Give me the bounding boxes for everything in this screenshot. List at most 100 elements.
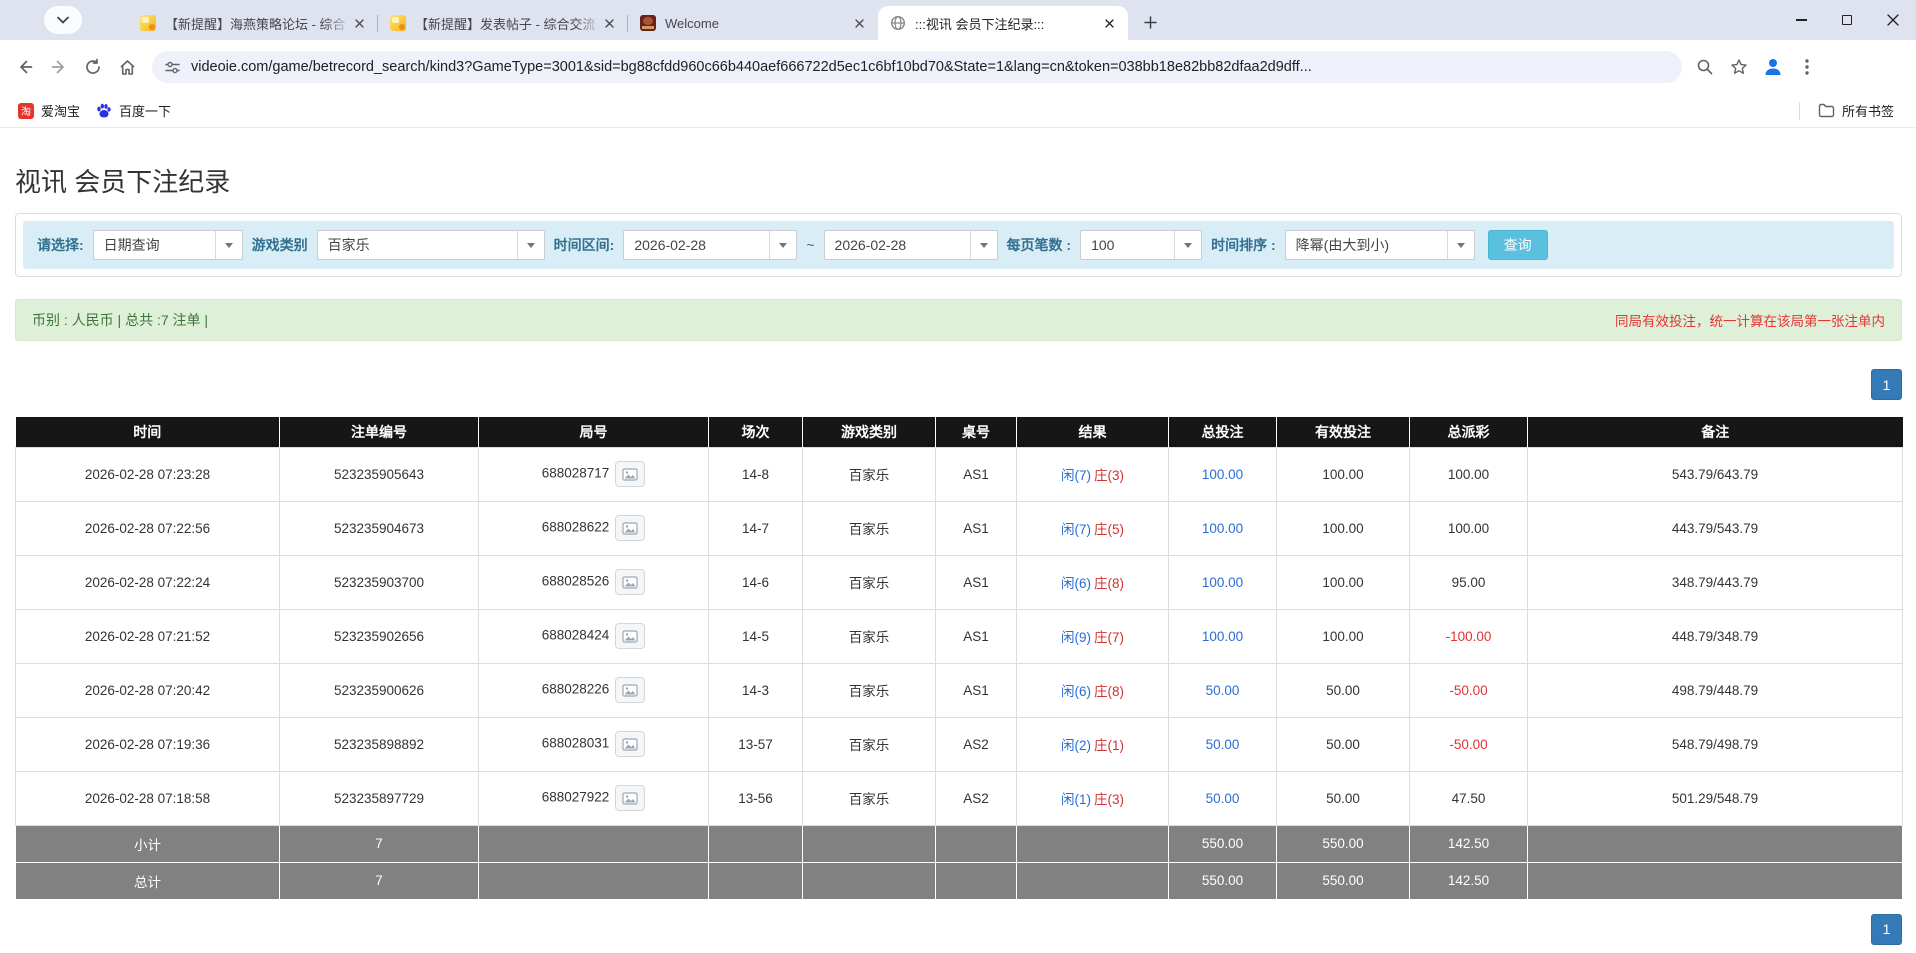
total-bet-cell: 100.00 xyxy=(1169,447,1277,501)
chevron-down-icon xyxy=(970,231,997,259)
pagination-bottom: 1 xyxy=(15,914,1902,945)
tab-forum-1[interactable]: 【新提醒】海燕策略论坛 - 综合 xyxy=(128,6,378,40)
total-bet-link[interactable]: 100.00 xyxy=(1202,629,1243,644)
round-image-button[interactable] xyxy=(615,731,645,757)
forward-button[interactable] xyxy=(42,50,76,84)
picture-icon xyxy=(622,468,638,481)
time-cell: 2026-02-28 07:22:56 xyxy=(16,501,280,555)
sort-label: 时间排序 : xyxy=(1211,235,1276,255)
game-cell: 百家乐 xyxy=(803,501,936,555)
plus-icon xyxy=(1144,16,1157,29)
picture-icon xyxy=(622,630,638,643)
game-cell: 百家乐 xyxy=(803,663,936,717)
valid-bet-cell: 100.00 xyxy=(1277,555,1410,609)
round-image-button[interactable] xyxy=(615,677,645,703)
home-button[interactable] xyxy=(110,50,144,84)
filter-panel: 请选择: 日期查询 游戏类别 百家乐 时间区间: 2026-02-28 ~ 20… xyxy=(15,213,1902,277)
query-type-select[interactable]: 日期查询 xyxy=(93,230,243,260)
date-from-select[interactable]: 2026-02-28 xyxy=(623,230,797,260)
window-controls xyxy=(1778,0,1916,40)
back-button[interactable] xyxy=(8,50,42,84)
bookmark-star-button[interactable] xyxy=(1722,50,1756,84)
maximize-button[interactable] xyxy=(1824,0,1870,40)
chevron-down-icon xyxy=(215,231,242,259)
tab-title: 【新提醒】海燕策略论坛 - 综合 xyxy=(165,14,351,33)
reload-button[interactable] xyxy=(76,50,110,84)
range-separator: ~ xyxy=(806,237,814,253)
tab-close-icon[interactable] xyxy=(601,15,618,32)
result-cell: 闲(9)庄(7) xyxy=(1017,609,1169,663)
column-header-time: 时间 xyxy=(16,417,280,447)
subtotal-label: 小计 xyxy=(16,825,280,862)
game-type-label: 游戏类别 xyxy=(252,235,308,255)
sort-value: 降幂(由大到小) xyxy=(1286,235,1447,255)
total-bet-link[interactable]: 50.00 xyxy=(1206,737,1240,752)
total-bet-link[interactable]: 50.00 xyxy=(1206,791,1240,806)
tab-close-icon[interactable] xyxy=(1101,15,1118,32)
total-valid-bet: 550.00 xyxy=(1277,862,1410,899)
banker-result: 庄(8) xyxy=(1094,684,1124,699)
banker-result: 庄(7) xyxy=(1094,630,1124,645)
remark-cell: 543.79/643.79 xyxy=(1528,447,1903,501)
zoom-button[interactable] xyxy=(1688,50,1722,84)
page-1-button[interactable]: 1 xyxy=(1871,369,1902,400)
round-cell: 688027922 xyxy=(479,771,709,825)
table-row: 2026-02-28 07:23:28 523235905643 6880287… xyxy=(16,447,1903,501)
tab-welcome[interactable]: Welcome xyxy=(628,6,878,40)
close-window-button[interactable] xyxy=(1870,0,1916,40)
tab-close-icon[interactable] xyxy=(351,15,368,32)
time-cell: 2026-02-28 07:22:24 xyxy=(16,555,280,609)
all-bookmarks-button[interactable]: 所有书签 xyxy=(1810,98,1902,123)
page-1-button[interactable]: 1 xyxy=(1871,914,1902,945)
tab-forum-2[interactable]: 【新提醒】发表帖子 - 综合交流 xyxy=(378,6,628,40)
column-header-game: 游戏类别 xyxy=(803,417,936,447)
total-label: 总计 xyxy=(16,862,280,899)
total-bet-cell: 100.00 xyxy=(1169,555,1277,609)
round-image-button[interactable] xyxy=(615,785,645,811)
bookmark-baidu[interactable]: 百度一下 xyxy=(88,98,179,123)
date-to-select[interactable]: 2026-02-28 xyxy=(824,230,998,260)
address-bar[interactable]: videoie.com/game/betrecord_search/kind3?… xyxy=(152,51,1682,83)
table-row: 2026-02-28 07:22:24 523235903700 6880285… xyxy=(16,555,1903,609)
forum-favicon-icon xyxy=(140,15,156,31)
game-cell: 百家乐 xyxy=(803,447,936,501)
minimize-icon xyxy=(1796,19,1807,20)
picture-icon xyxy=(622,792,638,805)
tab-close-icon[interactable] xyxy=(851,15,868,32)
tab-bet-records-active[interactable]: :::视讯 会员下注纪录::: xyxy=(878,6,1128,40)
total-bet-link[interactable]: 100.00 xyxy=(1202,575,1243,590)
menu-button[interactable] xyxy=(1790,50,1824,84)
search-button[interactable]: 查询 xyxy=(1488,230,1548,260)
tab-search-button[interactable] xyxy=(44,6,82,34)
remark-cell: 501.29/548.79 xyxy=(1528,771,1903,825)
bet-id-cell: 523235905643 xyxy=(280,447,479,501)
time-range-label: 时间区间: xyxy=(554,235,615,255)
tab-title: Welcome xyxy=(665,16,851,31)
total-bet-link[interactable]: 100.00 xyxy=(1202,467,1243,482)
site-info-icon[interactable] xyxy=(164,59,181,76)
profile-button[interactable] xyxy=(1756,50,1790,84)
minimize-button[interactable] xyxy=(1778,0,1824,40)
all-bookmarks-label: 所有书签 xyxy=(1842,101,1894,120)
sort-select[interactable]: 降幂(由大到小) xyxy=(1285,230,1475,260)
total-bet-link[interactable]: 50.00 xyxy=(1206,683,1240,698)
round-image-button[interactable] xyxy=(615,569,645,595)
game-type-select[interactable]: 百家乐 xyxy=(317,230,545,260)
player-result: 闲(1) xyxy=(1061,792,1091,807)
round-image-button[interactable] xyxy=(615,515,645,541)
round-image-button[interactable] xyxy=(615,623,645,649)
remark-cell: 443.79/543.79 xyxy=(1528,501,1903,555)
column-header-round: 局号 xyxy=(479,417,709,447)
bookmark-taobao[interactable]: 淘 爱淘宝 xyxy=(10,98,88,123)
new-tab-button[interactable] xyxy=(1136,8,1164,36)
round-image-button[interactable] xyxy=(615,461,645,487)
date-from-value: 2026-02-28 xyxy=(624,237,769,253)
session-cell: 14-5 xyxy=(709,609,803,663)
forward-icon xyxy=(50,58,68,76)
game-type-value: 百家乐 xyxy=(318,235,517,255)
bet-id-cell: 523235897729 xyxy=(280,771,479,825)
banker-result: 庄(3) xyxy=(1094,792,1124,807)
table-row: 2026-02-28 07:22:56 523235904673 6880286… xyxy=(16,501,1903,555)
per-page-select[interactable]: 100 xyxy=(1080,230,1202,260)
total-bet-link[interactable]: 100.00 xyxy=(1202,521,1243,536)
